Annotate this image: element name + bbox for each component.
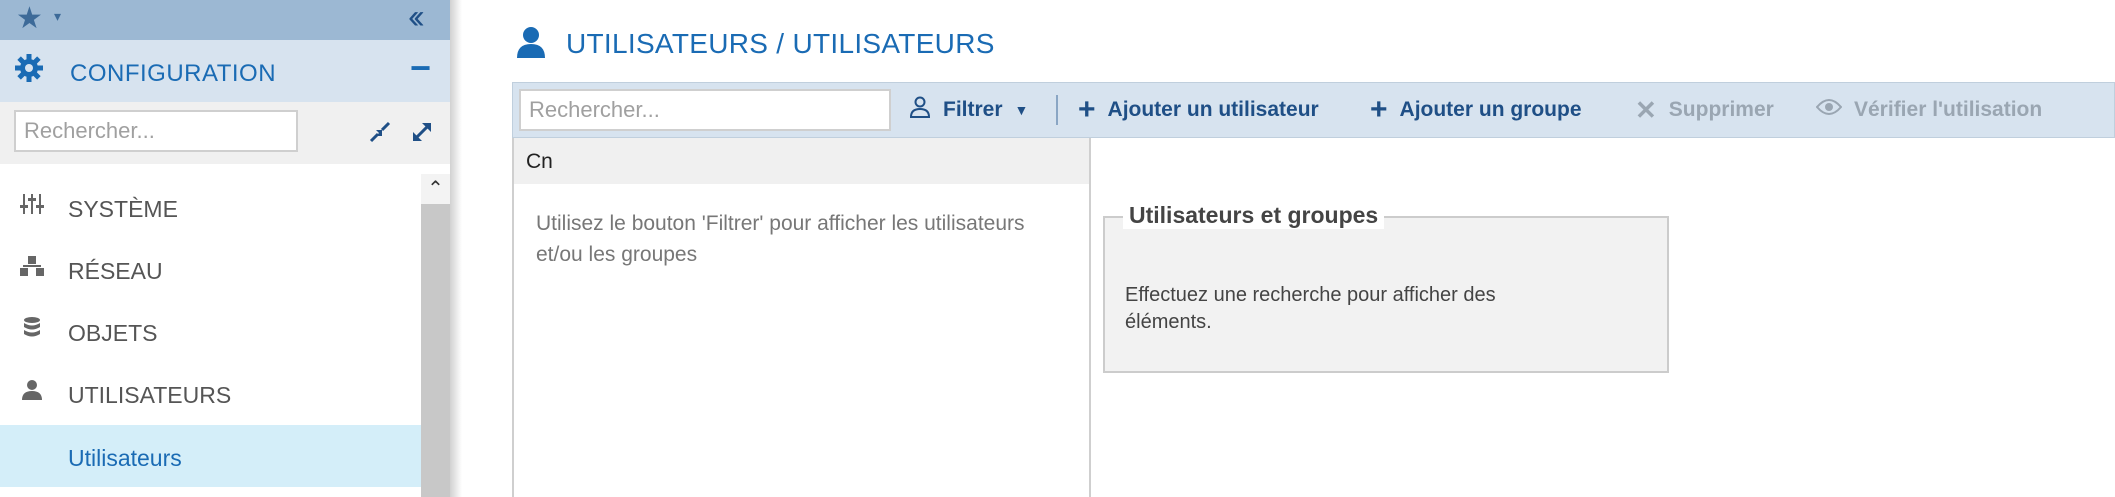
delete-button[interactable]: ✕ Supprimer [1635, 83, 1774, 137]
groupbox-legend: Utilisateurs et groupes [1123, 202, 1385, 229]
sidebar-item-label: UTILISATEURS [68, 382, 232, 408]
sidebar-item-label: SYSTÈME [68, 196, 178, 222]
add-user-label: Ajouter un utilisateur [1107, 98, 1319, 121]
add-group-button[interactable]: + Ajouter un groupe [1370, 83, 1582, 137]
close-icon: ✕ [1635, 94, 1657, 125]
user-icon [516, 26, 546, 60]
expand-all-icon[interactable] [410, 120, 434, 150]
database-icon [20, 316, 44, 340]
add-group-label: Ajouter un groupe [1399, 98, 1582, 121]
user-outline-icon [909, 96, 931, 124]
users-groups-box: Utilisateurs et groupes Effectuez une re… [1103, 202, 1669, 373]
collapse-all-icon[interactable] [368, 120, 392, 150]
filter-button[interactable]: Filtrer ▼ [909, 83, 1028, 137]
sidebar-item-label: Utilisateurs [68, 445, 182, 471]
sidebar-item-label: RÉSEAU [68, 258, 163, 284]
collapse-sidebar-icon[interactable]: ‹‹ [408, 0, 424, 34]
toolbar: Filtrer ▼ + Ajouter un utilisateur + Ajo… [512, 82, 2115, 138]
collapse-section-icon[interactable]: − [410, 48, 431, 88]
configuration-section-header[interactable]: CONFIGURATION − [0, 40, 450, 102]
groupbox-message: Effectuez une recherche pour afficher de… [1125, 284, 1496, 333]
sidebar: ★ ▾ ‹‹ CONFIGURATION − Rechercher... SYS… [0, 0, 450, 497]
scroll-up-icon[interactable]: ⌃ [421, 174, 450, 204]
sidebar-scrollbar[interactable]: ⌃ [421, 174, 450, 497]
add-user-button[interactable]: + Ajouter un utilisateur [1078, 83, 1319, 137]
sidebar-item-utilisateurs-sub[interactable]: Utilisateurs [0, 425, 421, 487]
plus-icon: + [1078, 93, 1096, 126]
plus-icon: + [1370, 93, 1388, 126]
sliders-icon [20, 192, 44, 216]
chevron-down-icon: ▼ [1014, 102, 1029, 118]
sidebar-item-reseau[interactable]: RÉSEAU [0, 238, 421, 300]
user-icon [20, 378, 44, 402]
gear-icon [14, 53, 44, 89]
eye-icon [1815, 98, 1843, 122]
sidebar-item-systeme[interactable]: SYSTÈME [0, 176, 421, 238]
users-list-panel: Cn Utilisez le bouton 'Filtrer' pour aff… [512, 138, 1091, 497]
sidebar-search-input[interactable] [14, 110, 298, 152]
configuration-label: CONFIGURATION [70, 60, 277, 87]
check-usage-button[interactable]: Vérifier l'utilisation [1815, 83, 2043, 137]
favorites-caret-icon[interactable]: ▾ [54, 8, 61, 25]
sidebar-item-utilisateurs[interactable]: UTILISATEURS [0, 362, 421, 424]
check-usage-label: Vérifier l'utilisation [1854, 98, 2043, 121]
search-input[interactable] [519, 89, 891, 131]
sidebar-search-row [0, 102, 450, 164]
filter-hint-text: Utilisez le bouton 'Filtrer' pour affich… [536, 212, 1025, 266]
sidebar-topbar: ★ ▾ ‹‹ [0, 0, 450, 40]
column-header-cn[interactable]: Cn [514, 138, 1089, 184]
sidebar-item-label: OBJETS [68, 320, 158, 346]
network-icon [20, 254, 44, 278]
filter-label: Filtrer [943, 98, 1003, 121]
sidebar-shadow [450, 0, 462, 497]
toolbar-separator [1056, 95, 1058, 125]
column-header-label: Cn [526, 150, 553, 173]
delete-label: Supprimer [1668, 98, 1774, 121]
page-title-text: UTILISATEURS / UTILISATEURS [566, 28, 995, 59]
sidebar-item-objets[interactable]: OBJETS [0, 300, 421, 362]
favorites-star-icon[interactable]: ★ [16, 4, 43, 34]
